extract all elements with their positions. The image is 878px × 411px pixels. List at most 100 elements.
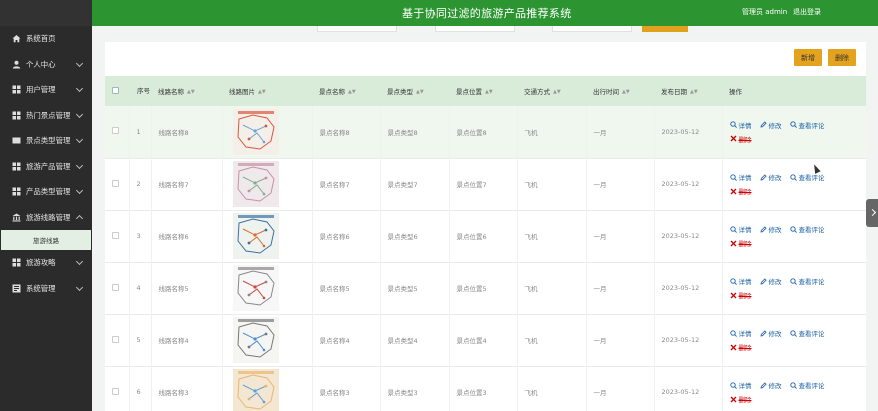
edit-button[interactable]: 修改 — [759, 380, 782, 390]
row-delete-button[interactable]: 删除 — [730, 290, 752, 300]
collapse-tab[interactable] — [866, 199, 878, 227]
route-map-thumbnail[interactable] — [232, 265, 279, 311]
sidebar-item-label: 热门景点管理 — [26, 110, 71, 120]
view-reviews-button[interactable]: 查看评论 — [789, 120, 825, 130]
column-header[interactable]: 景点类型 ▲▼ — [380, 76, 449, 106]
row-checkbox[interactable] — [112, 179, 119, 187]
view-reviews-button[interactable]: 查看评论 — [789, 172, 825, 182]
detail-button[interactable]: 详情 — [729, 380, 752, 390]
search-icon — [729, 121, 737, 129]
person-icon — [12, 60, 21, 69]
cell-publish-date: 2023-05-12 — [653, 366, 722, 411]
row-delete-button[interactable]: 删除 — [730, 342, 752, 352]
view-reviews-button[interactable]: 查看评论 — [789, 328, 825, 338]
view-reviews-button[interactable]: 查看评论 — [789, 276, 825, 286]
sidebar-item-home[interactable]: 系统首页 — [0, 26, 92, 52]
edit-button[interactable]: 修改 — [759, 172, 782, 182]
cell-spot-name: 景点名称3 — [311, 366, 380, 411]
grid-icon — [12, 258, 21, 267]
row-checkbox[interactable] — [112, 127, 119, 135]
cell-no: 6 — [128, 366, 151, 411]
sidebar-subitem-routes[interactable]: 旅游线路 — [1, 230, 91, 250]
cell-publish-date: 2023-05-12 — [653, 314, 722, 366]
route-map-thumbnail[interactable] — [232, 369, 279, 411]
cell-route-image — [221, 262, 312, 314]
cell-spot-name: 景点名称4 — [311, 314, 380, 366]
bank-icon — [12, 213, 21, 222]
top-header: 基于协同过滤的旅游产品推荐系统 管理员 admin 退出登录 — [92, 0, 878, 26]
main-panel: 新增 删除 序号 线路名称 ▲▼ 线路图片 ▲▼ 景点名称 ▲▼ 景点类型 ▲▼ 景点位… — [105, 42, 866, 411]
view-reviews-button[interactable]: 查看评论 — [789, 224, 825, 234]
row-select-cell — [105, 106, 129, 158]
cell-travel-time: 一月 — [585, 210, 654, 262]
toolbar: 新增 删除 — [794, 49, 856, 66]
search-input[interactable] — [317, 26, 397, 32]
detail-button[interactable]: 详情 — [729, 172, 752, 182]
chevron-down-icon — [75, 110, 84, 118]
column-header[interactable]: 线路图片 ▲▼ — [222, 76, 312, 106]
column-header[interactable]: 景点名称 ▲▼ — [312, 76, 380, 106]
column-header[interactable]: 景点位置 ▲▼ — [449, 76, 517, 106]
row-delete-button[interactable]: 删除 — [730, 186, 752, 196]
row-checkbox[interactable] — [112, 283, 119, 291]
cell-publish-date: 2023-05-12 — [653, 262, 722, 314]
cell-transport: 飞机 — [516, 262, 586, 314]
row-checkbox[interactable] — [112, 387, 119, 395]
app-title: 基于协同过滤的旅游产品推荐系统 — [402, 7, 572, 20]
row-checkbox[interactable] — [112, 335, 119, 343]
table-row: 2 线路名称7 景点名称7 景点类型7 景点位置7 飞机 一月 2023-05-… — [105, 158, 866, 210]
select-all-checkbox[interactable] — [112, 86, 119, 94]
search-button[interactable] — [642, 26, 688, 32]
cell-operations: 详情 修改 查看评论 删除 — [721, 210, 866, 262]
sidebar-item-guides[interactable]: 旅游攻略 — [0, 250, 92, 276]
column-header[interactable]: 发布日期 ▲▼ — [654, 76, 722, 106]
row-delete-button[interactable]: 删除 — [730, 238, 752, 248]
cell-route-name: 线路名称4 — [150, 314, 222, 366]
cell-operations: 详情 修改 查看评论 删除 — [721, 262, 866, 314]
row-delete-button[interactable]: 删除 — [730, 394, 752, 404]
column-header[interactable]: 线路名称 ▲▼ — [151, 76, 222, 106]
sidebar-item-label: 个人中心 — [26, 59, 56, 69]
add-button[interactable]: 新增 — [794, 49, 822, 66]
sidebar-item-hot-spots[interactable]: 热门景点管理 — [0, 103, 92, 129]
detail-button[interactable]: 详情 — [729, 328, 752, 338]
route-map-thumbnail[interactable] — [232, 161, 279, 207]
edit-button[interactable]: 修改 — [759, 120, 782, 130]
edit-button[interactable]: 修改 — [759, 328, 782, 338]
sidebar-item-routes[interactable]: 旅游线路管理 — [0, 205, 92, 231]
route-map-thumbnail[interactable] — [232, 317, 279, 363]
route-map-thumbnail[interactable] — [232, 108, 279, 155]
cell-route-image — [221, 210, 312, 262]
cell-spot-type: 景点类型6 — [379, 210, 449, 262]
search-input[interactable] — [435, 26, 515, 32]
detail-button[interactable]: 详情 — [729, 120, 752, 130]
cell-spot-name: 景点名称7 — [311, 158, 380, 210]
column-header[interactable]: 交通方式 ▲▼ — [517, 76, 586, 106]
detail-button[interactable]: 详情 — [729, 276, 752, 286]
search-icon — [729, 329, 737, 337]
close-icon — [730, 135, 736, 142]
column-header[interactable]: 出行时间 ▲▼ — [586, 76, 654, 106]
sidebar-item-system[interactable]: 系统管理 — [0, 276, 92, 302]
route-map-thumbnail[interactable] — [232, 213, 279, 259]
sidebar-item-profile[interactable]: 个人中心 — [0, 52, 92, 78]
row-delete-button[interactable]: 删除 — [730, 134, 752, 144]
chevron-up-icon — [75, 214, 84, 222]
row-checkbox[interactable] — [112, 231, 119, 239]
delete-button[interactable]: 删除 — [828, 49, 856, 66]
sidebar-item-products[interactable]: 旅游产品管理 — [0, 154, 92, 180]
edit-button[interactable]: 修改 — [759, 276, 782, 286]
cell-route-name: 线路名称6 — [150, 210, 222, 262]
detail-button[interactable]: 详情 — [729, 224, 752, 234]
sidebar-item-users[interactable]: 用户管理 — [0, 77, 92, 103]
edit-button[interactable]: 修改 — [759, 224, 782, 234]
cell-route-image — [221, 158, 312, 210]
sidebar: 系统首页 个人中心 用户管理 热门景点管理 景点类型管理 旅游产品管理 产品类型… — [0, 0, 92, 411]
sidebar-item-spot-types[interactable]: 景点类型管理 — [0, 128, 92, 154]
sidebar-item-product-types[interactable]: 产品类型管理 — [0, 179, 92, 205]
logout-link[interactable]: 退出登录 — [793, 7, 821, 17]
sidebar-item-label: 旅游产品管理 — [26, 161, 71, 171]
view-reviews-button[interactable]: 查看评论 — [789, 380, 825, 390]
search-input[interactable] — [552, 26, 632, 32]
select-all-header — [105, 76, 129, 106]
